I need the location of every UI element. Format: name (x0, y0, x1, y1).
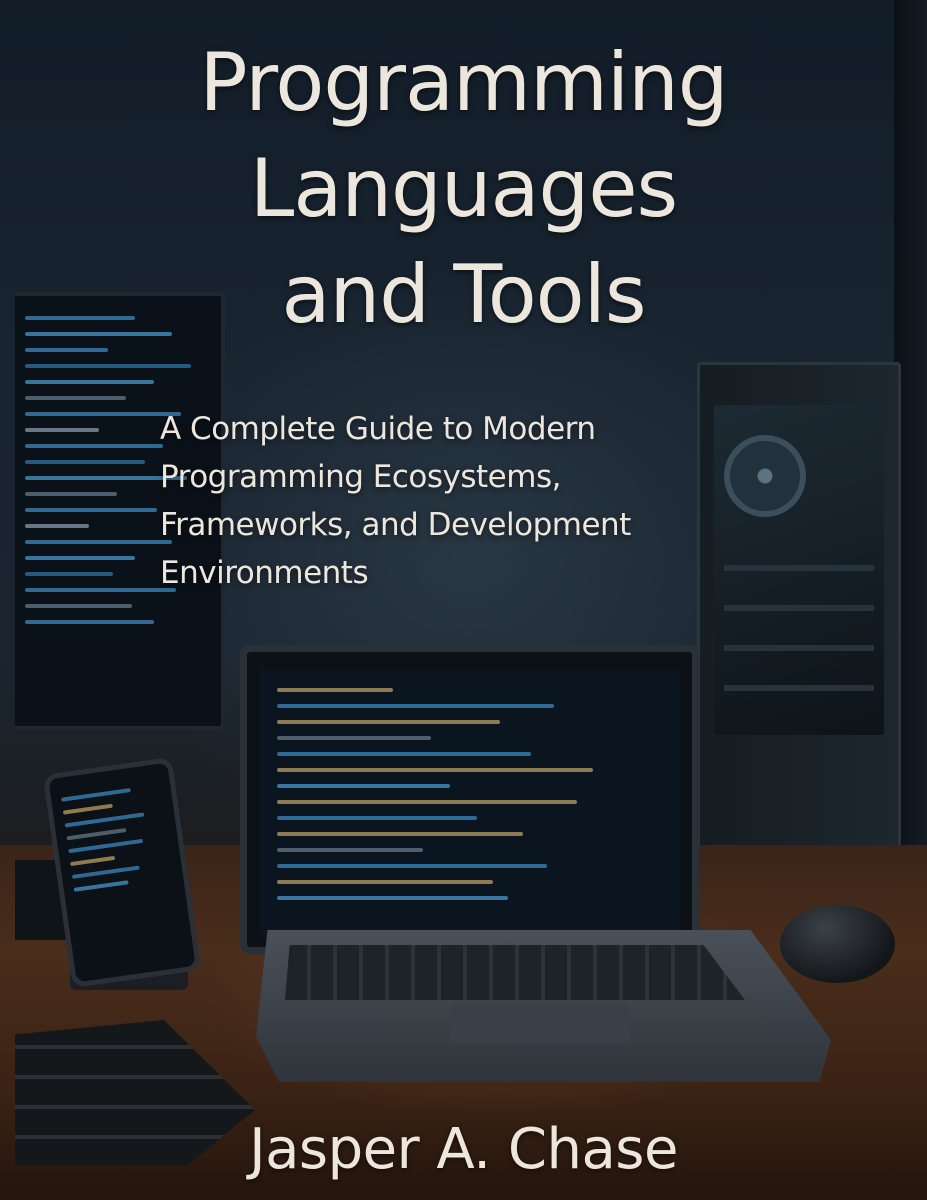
mouse-illustration (780, 905, 895, 983)
laptop-trackpad (450, 1005, 630, 1043)
tower-slat (724, 605, 874, 611)
book-title: Programming Languages and Tools (0, 30, 927, 348)
laptop-keyboard (285, 945, 745, 1000)
tower-slat (724, 685, 874, 691)
subtitle-line: Environments (160, 555, 369, 591)
tower-slat (724, 645, 874, 651)
book-cover: Programming Languages and Tools A Comple… (0, 0, 927, 1200)
title-line: and Tools (281, 248, 646, 341)
laptop-code (259, 670, 680, 935)
author-name: Jasper A. Chase (249, 1117, 678, 1182)
subtitle-line: Programming Ecosystems, (160, 459, 561, 495)
title-line: Programming (199, 36, 728, 129)
title-line: Languages (249, 142, 678, 235)
subtitle-line: A Complete Guide to Modern (160, 411, 596, 447)
laptop-illustration (240, 645, 699, 954)
subtitle-line: Frameworks, and Development (160, 507, 631, 543)
book-subtitle: A Complete Guide to Modern Programming E… (160, 405, 780, 597)
